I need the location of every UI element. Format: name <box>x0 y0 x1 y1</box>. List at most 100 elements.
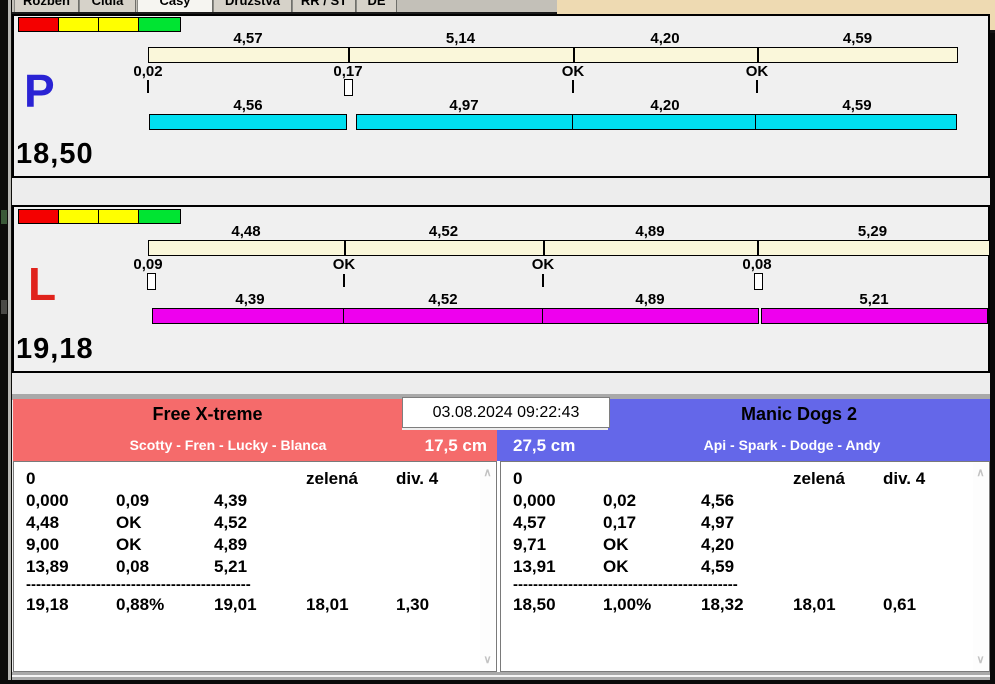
p-upper-split-1: 4,57 <box>233 30 263 47</box>
desktop-speck <box>1 210 7 224</box>
right-team-name: Manic Dogs 2 <box>608 399 990 430</box>
lane-l-panel: L 4,48 4,52 4,89 5,29 0,09 OK OK 0,08 4,… <box>12 205 990 373</box>
l-crossing-4: 0,08 <box>742 256 772 273</box>
result-cell: 0,000 <box>26 491 69 510</box>
result-cell: 0,02 <box>603 491 637 510</box>
summary-cell: 18,50 <box>513 595 556 614</box>
left-results-listbox[interactable]: 0 zelená div. 4 0,000 0,09 4,39 4,48 OK … <box>13 461 497 672</box>
lane-p-panel: P 4,57 5,14 4,20 4,59 0,02 0,17 OK OK 4,… <box>12 14 990 178</box>
bar-divider <box>757 48 759 62</box>
result-cell: zelená <box>793 469 845 488</box>
summary-cell: 1,30 <box>396 595 430 614</box>
l-run-segment-2 <box>343 308 545 324</box>
result-cell: 4,56 <box>701 491 735 510</box>
result-cell: 0,17 <box>603 513 637 532</box>
bottom-band-highlight <box>12 675 990 677</box>
light-yellow-cell <box>58 17 101 32</box>
result-cell: 9,00 <box>26 535 60 554</box>
result-cell: div. 4 <box>396 469 439 488</box>
p-lower-split-1: 4,56 <box>233 97 263 114</box>
light-red-cell <box>18 209 61 224</box>
result-cell: 13,89 <box>26 557 69 576</box>
l-upper-split-3: 4,89 <box>635 223 665 240</box>
summary-cell: 18,01 <box>793 595 836 614</box>
p-crossing-4: OK <box>745 63 769 80</box>
crossing-tick-marker <box>572 80 574 93</box>
l-lower-split-3: 4,89 <box>635 291 665 308</box>
result-cell: 4,52 <box>214 513 248 532</box>
lane-l-total-time: 19,18 <box>16 333 94 365</box>
summary-cell: 19,01 <box>214 595 257 614</box>
p-run-segment-4 <box>755 114 957 130</box>
result-cell: 4,89 <box>214 535 248 554</box>
result-cell: OK <box>116 513 142 532</box>
result-cell: OK <box>116 535 142 554</box>
scroll-up-icon[interactable]: ∧ <box>480 466 495 479</box>
p-lower-split-2: 4,97 <box>449 97 479 114</box>
crossing-tick-marker <box>343 274 345 287</box>
flyball-timing-app: Rozbeh Cidla Časy Družstva RR / ST DE P … <box>0 0 995 684</box>
result-cell: 0,08 <box>116 557 150 576</box>
result-cell: zelená <box>306 469 358 488</box>
scroll-down-icon[interactable]: ∨ <box>973 653 988 666</box>
crossing-tick-marker <box>756 80 758 93</box>
scroll-up-icon[interactable]: ∧ <box>973 466 988 479</box>
p-upper-split-4: 4,59 <box>842 30 873 47</box>
p-crossing-2: 0,17 <box>333 63 363 80</box>
summary-cell: 0,61 <box>883 595 917 614</box>
p-crossing-1: 0,02 <box>133 63 163 80</box>
tab-rozbeh[interactable]: Rozbeh <box>14 0 79 12</box>
l-upper-split-4: 5,29 <box>857 223 888 240</box>
l-upper-split-1: 4,48 <box>231 223 261 240</box>
window-left-edge <box>8 0 11 684</box>
lane-l-letter: L <box>28 258 57 310</box>
result-cell: OK <box>603 535 629 554</box>
light-yellow-cell <box>98 209 141 224</box>
l-crossing-2: OK <box>332 256 356 273</box>
l-lower-split-2: 4,52 <box>428 291 458 308</box>
summary-cell: 18,32 <box>701 595 744 614</box>
tab-druzstva[interactable]: Družstva <box>213 0 292 12</box>
left-team-name: Free X-treme <box>13 399 402 430</box>
light-red-cell <box>18 17 61 32</box>
l-run-segment-4 <box>761 308 988 324</box>
crossing-box-marker <box>344 79 353 96</box>
right-team-dogs: Api - Spark - Dodge - Andy <box>703 437 881 453</box>
tab-de[interactable]: DE <box>356 0 397 12</box>
left-team-jump-height: 17,5 cm <box>424 436 487 455</box>
l-run-segment-3 <box>542 308 759 324</box>
l-upper-time-bar <box>148 240 990 256</box>
tab-cidla[interactable]: Cidla <box>79 0 136 12</box>
p-run-segment-3 <box>572 114 758 130</box>
heat-timestamp: 03.08.2024 09:22:43 <box>402 397 610 428</box>
result-cell: 0,000 <box>513 491 556 510</box>
p-run-segment-1 <box>149 114 347 130</box>
result-cell: div. 4 <box>883 469 926 488</box>
p-lower-split-4: 4,59 <box>842 97 872 114</box>
window-right-edge <box>990 33 995 680</box>
left-scrollbar[interactable]: ∧ ∨ <box>480 463 495 670</box>
result-cell: 4,48 <box>26 513 60 532</box>
right-results-listbox[interactable]: 0 zelená div. 4 0,000 0,02 4,56 4,57 0,1… <box>500 461 990 672</box>
l-lower-split-4: 5,21 <box>859 291 889 308</box>
l-upper-split-2: 4,52 <box>428 223 459 240</box>
summary-cell: 18,01 <box>306 595 349 614</box>
p-upper-time-bar <box>148 47 958 63</box>
tab-rr-st[interactable]: RR / ST <box>292 0 356 12</box>
l-crossing-3: OK <box>531 256 555 273</box>
summary-cell: 0,88% <box>116 595 165 614</box>
light-yellow-cell <box>58 209 101 224</box>
right-team-subheader: 27,5 cm Api - Spark - Dodge - Andy <box>497 430 990 461</box>
right-scrollbar[interactable]: ∧ ∨ <box>973 463 988 670</box>
summary-cell: 1,00% <box>603 595 652 614</box>
l-run-segment-1 <box>152 308 346 324</box>
scroll-down-icon[interactable]: ∨ <box>480 653 495 666</box>
left-team-dogs: Scotty - Fren - Lucky - Blanca <box>129 437 327 453</box>
crossing-box-marker <box>754 273 763 290</box>
p-crossing-3: OK <box>561 63 585 80</box>
result-cell: 5,21 <box>214 557 248 576</box>
bar-divider <box>344 241 346 255</box>
l-lower-split-1: 4,39 <box>235 291 265 308</box>
p-lower-split-3: 4,20 <box>650 97 680 114</box>
result-cell: 0,09 <box>116 491 150 510</box>
